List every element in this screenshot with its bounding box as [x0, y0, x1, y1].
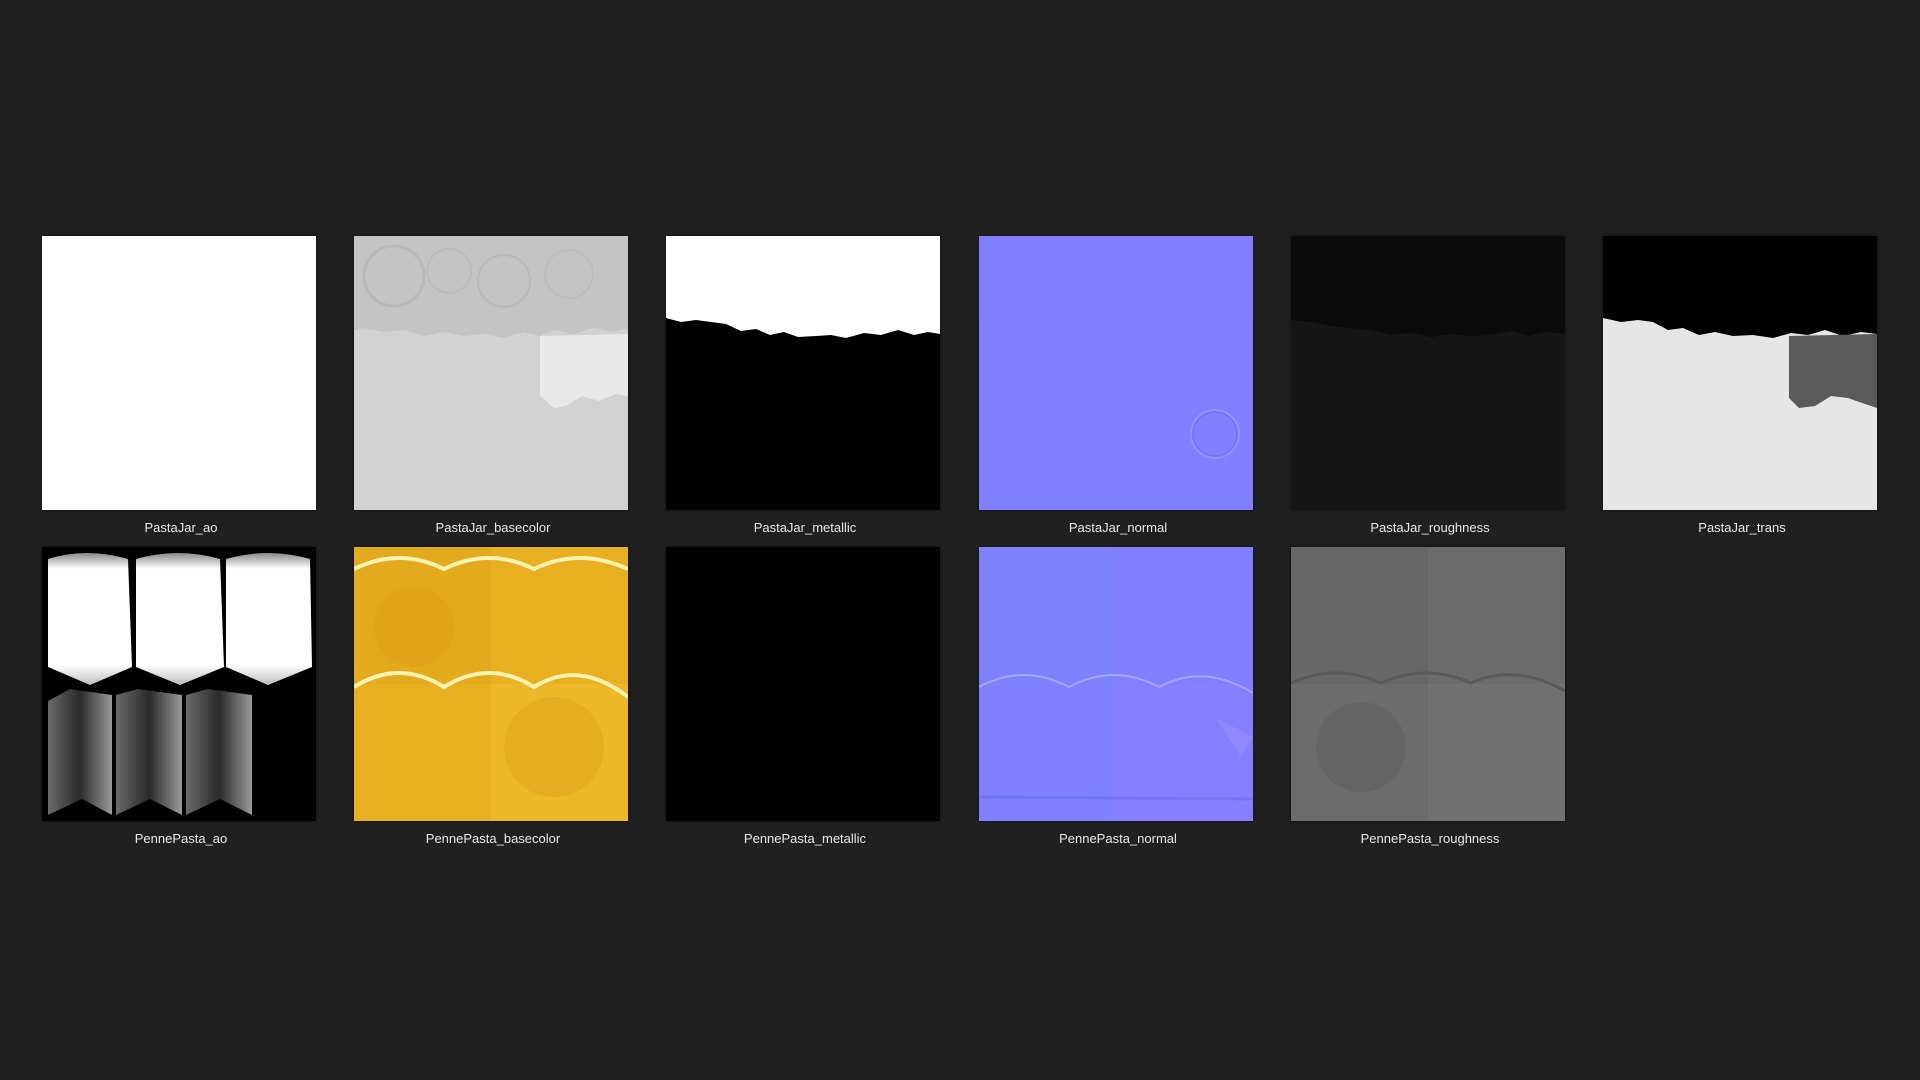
texture-gallery: PastaJar_ao PastaJar_basecolor PastaJar_… [0, 0, 1920, 1080]
thumbnail-pastajar-trans[interactable] [1603, 236, 1877, 510]
file-name-label: PastaJar_metallic [753, 520, 857, 535]
texture-tile-pastajar-metallic[interactable]: PastaJar_metallic [666, 236, 978, 548]
thumbnail-pastajar-basecolor[interactable] [354, 236, 628, 510]
thumbnail-pastajar-roughness[interactable] [1291, 236, 1565, 510]
file-name-label: PastaJar_basecolor [435, 520, 551, 535]
texture-preview-image [354, 236, 628, 510]
texture-preview-image [1291, 547, 1565, 821]
texture-tile-pastajar-basecolor[interactable]: PastaJar_basecolor [354, 236, 666, 548]
file-name-label: PennePasta_basecolor [425, 831, 561, 846]
texture-tile-pennepasta-metallic[interactable]: PennePasta_metallic [666, 547, 978, 859]
texture-tile-pastajar-roughness[interactable]: PastaJar_roughness [1291, 236, 1603, 548]
thumbnail-pennepasta-metallic[interactable] [666, 547, 940, 821]
texture-tile-pastajar-ao[interactable]: PastaJar_ao [42, 236, 354, 548]
thumbnail-pennepasta-roughness[interactable] [1291, 547, 1565, 821]
texture-preview-image [42, 547, 316, 821]
texture-tile-pennepasta-ao[interactable]: PennePasta_ao [42, 547, 354, 859]
file-name-label: PennePasta_ao [134, 831, 228, 846]
texture-preview-image [666, 547, 940, 821]
texture-tile-pastajar-trans[interactable]: PastaJar_trans [1603, 236, 1915, 548]
file-name-label: PastaJar_normal [1068, 520, 1168, 535]
texture-preview-image [1291, 236, 1565, 510]
thumbnail-pastajar-ao[interactable] [42, 236, 316, 510]
texture-preview-image [354, 547, 628, 821]
file-name-label: PastaJar_roughness [1370, 520, 1490, 535]
texture-tile-pastajar-normal[interactable]: PastaJar_normal [979, 236, 1291, 548]
thumbnail-pennepasta-normal[interactable] [979, 547, 1253, 821]
thumbnail-pennepasta-basecolor[interactable] [354, 547, 628, 821]
thumbnail-pennepasta-ao[interactable] [42, 547, 316, 821]
texture-preview-image [979, 236, 1253, 510]
file-name-label: PastaJar_ao [144, 520, 218, 535]
texture-tile-pennepasta-normal[interactable]: PennePasta_normal [979, 547, 1291, 859]
thumbnail-pastajar-metallic[interactable] [666, 236, 940, 510]
file-name-label: PastaJar_trans [1698, 520, 1786, 535]
file-name-label: PennePasta_roughness [1360, 831, 1500, 846]
file-name-label: PennePasta_metallic [743, 831, 867, 846]
texture-preview-image [979, 547, 1253, 821]
texture-preview-image [666, 236, 940, 510]
file-name-label: PennePasta_normal [1059, 831, 1177, 846]
texture-tile-pennepasta-basecolor[interactable]: PennePasta_basecolor [354, 547, 666, 859]
thumbnail-pastajar-normal[interactable] [979, 236, 1253, 510]
texture-tile-pennepasta-roughness[interactable]: PennePasta_roughness [1291, 547, 1603, 859]
texture-preview-image [42, 236, 316, 510]
texture-preview-image [1603, 236, 1877, 510]
